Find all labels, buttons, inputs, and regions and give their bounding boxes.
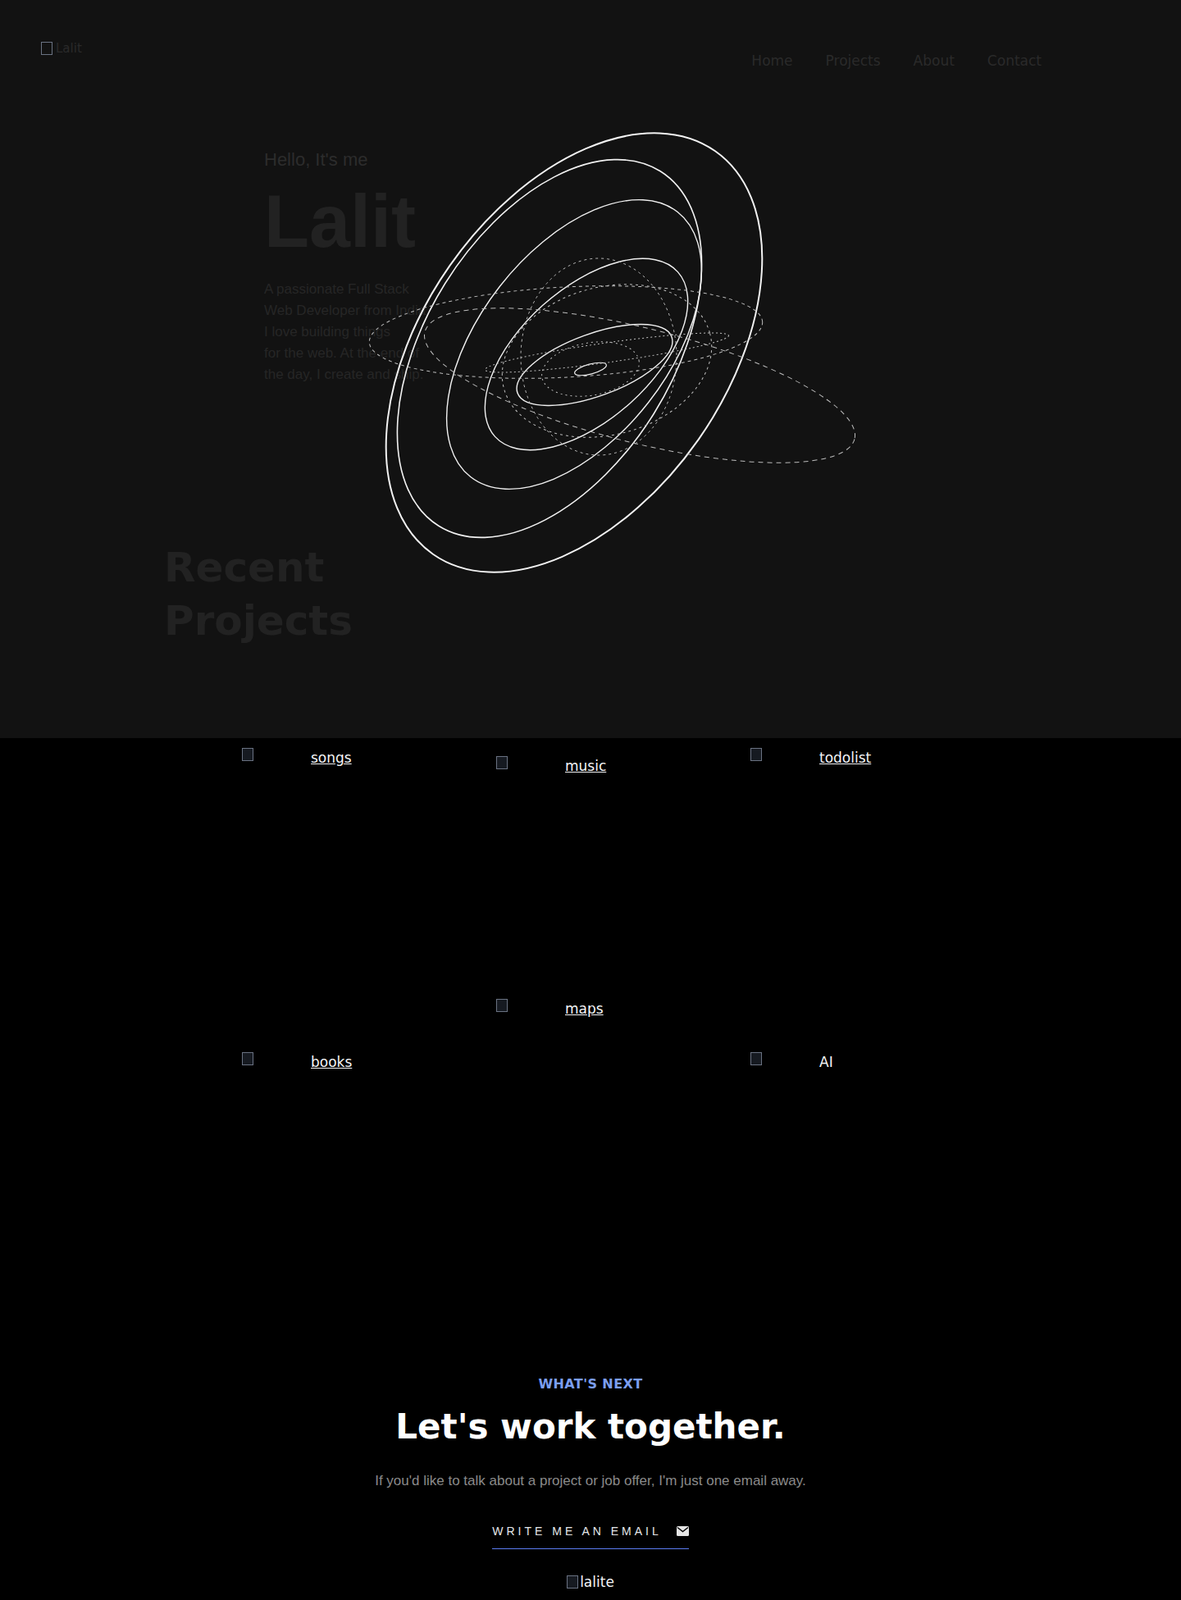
hero-paragraph: A passionate Full StackWeb Developer fro… bbox=[264, 278, 1181, 386]
broken-image-icon bbox=[241, 1052, 254, 1066]
nav-link[interactable]: Contact bbox=[987, 50, 1042, 73]
logo[interactable]: Lalit bbox=[41, 39, 83, 59]
nav-link[interactable]: About bbox=[913, 50, 955, 73]
hero-name: Lalit bbox=[264, 181, 1181, 263]
header: Lalit Home Projects About Contact bbox=[0, 0, 1181, 73]
broken-image-icon bbox=[41, 41, 53, 55]
contact-title: Let's work together. bbox=[395, 1400, 785, 1453]
broken-image-icon bbox=[750, 1052, 762, 1066]
footer-alt: lalite bbox=[579, 1572, 615, 1594]
projects-grid: songs books music maps todolist AI bbox=[0, 738, 1181, 1329]
project-column: music maps bbox=[496, 747, 702, 1329]
email-button[interactable]: WRITE ME AN EMAIL bbox=[492, 1522, 689, 1550]
orbit-graphic bbox=[0, 0, 1181, 739]
envelope-icon bbox=[676, 1526, 689, 1537]
paragraph-line: the day, I create and ship. bbox=[264, 364, 1181, 386]
paragraph-line: Web Developer from India. bbox=[264, 300, 1181, 322]
broken-image-icon bbox=[750, 747, 762, 762]
project-label[interactable]: songs bbox=[310, 747, 352, 770]
project-label[interactable]: music bbox=[565, 756, 607, 778]
project-card[interactable]: songs bbox=[241, 747, 447, 770]
project-label: AI bbox=[819, 1052, 834, 1074]
broken-image-icon bbox=[496, 998, 508, 1013]
greeting: Hello, It's me bbox=[264, 145, 1181, 174]
project-column: todolist AI bbox=[750, 747, 956, 1329]
section-title: Recent Projects bbox=[0, 541, 460, 648]
paragraph-line: for the web. At the end of bbox=[264, 342, 1181, 365]
nav-link[interactable]: Projects bbox=[825, 50, 881, 73]
nav: Home Projects About Contact bbox=[751, 39, 1042, 73]
broken-image-icon bbox=[566, 1575, 579, 1589]
hero-content: Hello, It's me Lalit A passionate Full Sta… bbox=[0, 72, 1181, 386]
eyebrow: WHAT'S NEXT bbox=[538, 1374, 643, 1395]
broken-image-icon bbox=[241, 747, 254, 762]
nav-link[interactable]: Home bbox=[751, 50, 793, 73]
project-column: songs books bbox=[241, 747, 447, 1329]
project-card[interactable]: todolist bbox=[750, 747, 956, 770]
email-button-label[interactable]: WRITE ME AN EMAIL bbox=[492, 1522, 662, 1541]
project-label[interactable]: todolist bbox=[819, 747, 871, 770]
paragraph-line: I love building things bbox=[264, 321, 1181, 343]
project-card[interactable]: music bbox=[496, 756, 702, 778]
logo-alt: Lalit bbox=[55, 39, 83, 59]
contact-section: WHAT'S NEXT Let's work together. If you'd … bbox=[0, 1328, 1181, 1600]
footer-logo: lalite bbox=[566, 1572, 615, 1594]
project-card[interactable]: maps bbox=[496, 998, 702, 1021]
project-label[interactable]: books bbox=[310, 1052, 352, 1074]
project-label[interactable]: maps bbox=[565, 998, 604, 1021]
hero-section: LalitHomeProjectsAboutContactHello, It's… bbox=[0, 0, 1181, 739]
contact-text: If you'd like to talk about a project or… bbox=[374, 1470, 807, 1492]
project-card: AI bbox=[750, 1052, 956, 1074]
project-card[interactable]: books bbox=[241, 1052, 447, 1074]
broken-image-icon bbox=[496, 756, 508, 770]
paragraph-line: A passionate Full Stack bbox=[264, 278, 1181, 301]
